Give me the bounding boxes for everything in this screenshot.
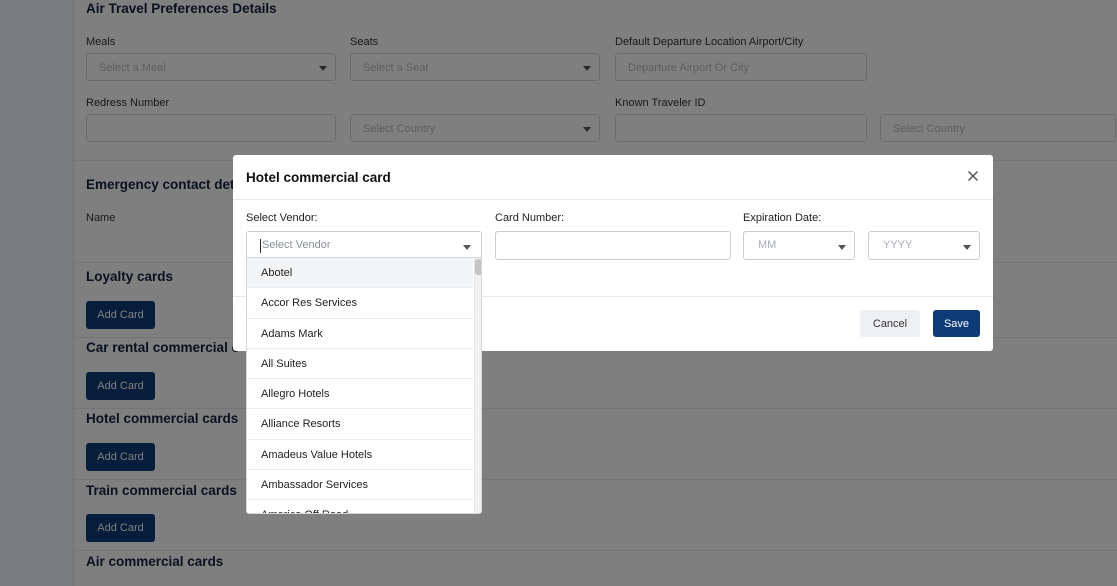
vendor-option[interactable]: Alliance Resorts [247,409,473,440]
chevron-down-icon [463,245,471,250]
year-placeholder: YYYY [883,239,913,251]
year-select[interactable]: YYYY [868,231,980,260]
expiration-label: Expiration Date: [743,212,822,224]
vendor-option[interactable]: Ambassador Services [247,470,473,501]
cancel-button[interactable]: Cancel [860,310,920,337]
vendor-option[interactable]: Adams Mark [247,319,473,349]
vendor-select[interactable]: Select Vendor [246,231,482,260]
save-button[interactable]: Save [933,310,980,337]
vendor-option[interactable]: Amadeus Value Hotels [247,440,473,471]
close-button[interactable] [965,168,981,184]
modal-header-divider [233,199,993,200]
text-cursor [260,239,261,253]
vendor-placeholder: Select Vendor [262,239,331,251]
month-placeholder: MM [758,239,777,251]
vendor-dropdown[interactable]: Abotel Accor Res Services Adams Mark All… [246,257,482,514]
card-number-input[interactable] [495,231,731,260]
close-icon [967,170,979,182]
chevron-down-icon [838,245,846,250]
vendor-options-list: Abotel Accor Res Services Adams Mark All… [247,258,473,513]
vendor-label: Select Vendor: [246,212,318,224]
dropdown-scrollbar[interactable] [474,258,481,513]
vendor-option[interactable]: Allegro Hotels [247,379,473,410]
vendor-option[interactable]: America Off Road [247,500,473,513]
vendor-option[interactable]: Accor Res Services [247,288,473,319]
vendor-option[interactable]: Abotel [247,258,473,289]
vendor-option[interactable]: All Suites [247,349,473,380]
chevron-down-icon [963,245,971,250]
modal-title: Hotel commercial card [246,170,391,185]
scrollbar-thumb[interactable] [475,259,481,275]
card-number-label: Card Number: [495,212,565,224]
month-select[interactable]: MM [743,231,855,260]
